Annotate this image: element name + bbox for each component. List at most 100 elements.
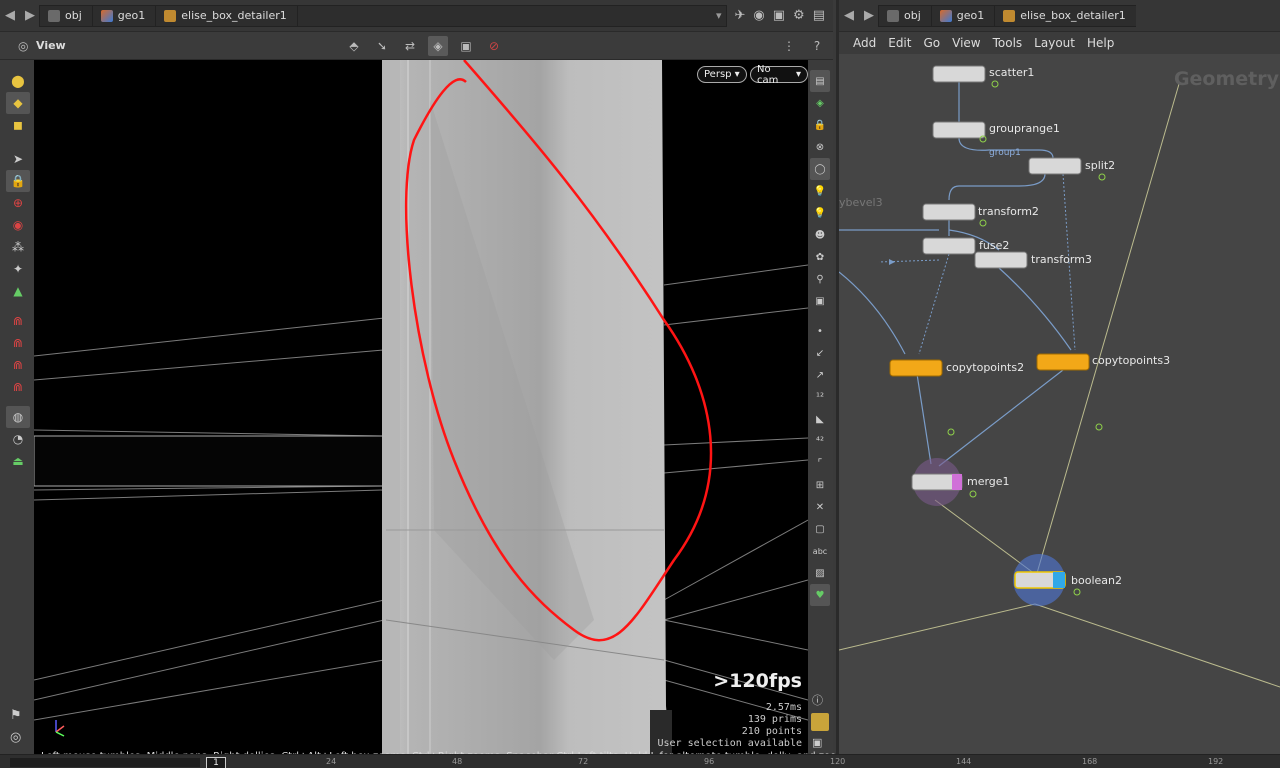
snap-grid-icon[interactable]: ⋒ (6, 310, 30, 332)
crumb-geo1[interactable]: geo1 (91, 4, 157, 27)
paint-icon[interactable]: ◆ (6, 92, 30, 114)
forward-arrow-icon[interactable]: ▶ (859, 6, 879, 26)
back-arrow-icon[interactable]: ◀ (839, 6, 859, 26)
transform-tool-icon[interactable]: ⊕ (6, 192, 30, 214)
persp-menu[interactable]: Persp ▾ (697, 66, 747, 83)
snap-multi-icon[interactable]: ⋒ (6, 376, 30, 398)
grid-layout-icon[interactable] (811, 713, 829, 731)
secure-selection-icon[interactable]: ⇄ (400, 36, 420, 56)
back-arrow-icon[interactable]: ◀ (0, 6, 20, 26)
viewer-menu-icon[interactable]: ◎ (18, 39, 28, 53)
node-grouprange1[interactable]: grouprange1 (989, 122, 1060, 135)
menu-go[interactable]: Go (923, 36, 940, 50)
view-options-icon[interactable]: ⚙ (793, 8, 805, 23)
node-transform2[interactable]: transform2 (978, 205, 1039, 218)
layout-icon[interactable]: ▣ (773, 8, 785, 23)
headlight-icon[interactable]: 💡 (810, 202, 830, 224)
uv-display-icon[interactable]: ⌜ (810, 452, 830, 474)
menu-view[interactable]: View (952, 36, 980, 50)
node-transform3[interactable]: transform3 (1031, 253, 1092, 266)
node-copytopoints2[interactable]: copytopoints2 (946, 361, 1024, 374)
handle-tool-icon[interactable]: ▲ (6, 280, 30, 302)
scale-tool-icon[interactable]: ⁂ (6, 236, 30, 258)
normal-display-icon[interactable]: ↙ (810, 342, 830, 364)
offscreen-node-label[interactable]: ybevel3 (839, 196, 883, 209)
shape-icon[interactable]: ◼ (6, 114, 30, 136)
select-arrow-icon[interactable]: ➘ (372, 36, 392, 56)
target-icon[interactable]: ◉ (753, 8, 764, 23)
tree-icon[interactable]: ⋮ (779, 36, 799, 56)
camera-tool-icon[interactable]: ◔ (6, 428, 30, 450)
crumb-detailer[interactable]: elise_box_detailer1 (994, 4, 1137, 27)
light-tool-icon[interactable]: ⏏ (6, 450, 30, 472)
snap-point-icon[interactable]: ⋒ (6, 354, 30, 376)
prim-number-icon[interactable]: ⁴² (810, 430, 830, 452)
crumb-geo1[interactable]: geo1 (930, 4, 996, 27)
tick-label: 96 (704, 757, 715, 766)
snap-prim-icon[interactable]: ⋒ (6, 332, 30, 354)
menu-add[interactable]: Add (853, 36, 876, 50)
shadow-icon[interactable]: ☻ (810, 224, 830, 246)
bbox-icon[interactable]: ▢ (810, 518, 830, 540)
forward-arrow-icon[interactable]: ▶ (20, 6, 40, 26)
pane-menu-icon[interactable]: ▤ (813, 8, 825, 23)
lock-icon[interactable]: 🔒 (6, 170, 30, 192)
node-boolean2[interactable]: boolean2 (1071, 574, 1122, 587)
help-icon[interactable]: ? (807, 36, 827, 56)
ao-icon[interactable]: ✿ (810, 246, 830, 268)
prim-display-icon[interactable]: ◣ (810, 408, 830, 430)
camera-menu[interactable]: No cam ▾ (750, 63, 808, 86)
path-dropdown[interactable]: ▾ (296, 4, 727, 27)
photo-icon[interactable]: ▨ (810, 562, 830, 584)
ghost-icon[interactable]: ⊗ (810, 136, 830, 158)
node-scatter1[interactable]: scatter1 (989, 66, 1034, 79)
rotate-tool-icon[interactable]: ◉ (6, 214, 30, 236)
handle-icon[interactable]: ⬤ (6, 70, 30, 92)
attribute-text-icon[interactable]: abc (810, 540, 830, 562)
background-icon[interactable]: ◯ (810, 158, 830, 180)
render-icon[interactable]: ◎ (10, 730, 21, 745)
display-mode-icon[interactable]: ▤ (810, 70, 830, 92)
edge-icon[interactable]: ✕ (810, 496, 830, 518)
crumb-obj[interactable]: obj (878, 4, 932, 27)
node-merge1[interactable]: merge1 (967, 475, 1010, 488)
template-icon[interactable]: ▣ (810, 290, 830, 312)
select-tool-icon[interactable]: ➤ (6, 148, 30, 170)
display-icon[interactable]: ▣ (456, 36, 476, 56)
playback-controls[interactable] (10, 758, 200, 767)
xray-icon[interactable]: ⚲ (810, 268, 830, 290)
menu-edit[interactable]: Edit (888, 36, 911, 50)
network-canvas[interactable]: Geometry scatter1 grouprange1 group1 spl… (839, 54, 1280, 754)
node-split2[interactable]: split2 (1085, 159, 1115, 172)
pin-display-icon[interactable]: ♥ (810, 584, 830, 606)
info-icon[interactable]: ⓘ (812, 692, 823, 708)
view-tool-icon[interactable]: ◍ (6, 406, 30, 428)
visibility-icon[interactable]: ◈ (810, 92, 830, 114)
point-number-icon[interactable]: ¹² (810, 386, 830, 408)
menu-help[interactable]: Help (1087, 36, 1114, 50)
node-copytopoints3[interactable]: copytopoints3 (1092, 354, 1170, 367)
viewport-scene (34, 60, 808, 754)
flipbook-icon[interactable]: ⚑ (10, 708, 22, 723)
point-display-icon[interactable]: • (810, 320, 830, 342)
camera-label: No cam (757, 63, 779, 86)
timeline-bar[interactable]: 1 24 48 72 96 120 144 168 192 (0, 754, 1280, 768)
3d-viewport[interactable]: Persp ▾ No cam ▾ >120fps 2.57ms 139 prim… (34, 60, 808, 754)
menu-layout[interactable]: Layout (1034, 36, 1075, 50)
pin-icon[interactable]: ✈ (735, 8, 746, 23)
node-fuse2[interactable]: fuse2 (979, 239, 1009, 252)
record-icon[interactable]: ⊘ (484, 36, 504, 56)
crumb-detailer[interactable]: elise_box_detailer1 (155, 4, 298, 27)
light-icon[interactable]: 💡 (810, 180, 830, 202)
pose-tool-icon[interactable]: ✦ (6, 258, 30, 280)
vector-display-icon[interactable]: ↗ (810, 364, 830, 386)
snapshot-icon[interactable]: ▣ (812, 736, 822, 749)
select-geo-icon[interactable]: ⬘ (344, 36, 364, 56)
wire-group-label: group1 (989, 148, 1021, 158)
lock-camera-icon[interactable]: 🔒 (810, 114, 830, 136)
menu-tools[interactable]: Tools (993, 36, 1023, 50)
shading-icon[interactable]: ◈ (428, 36, 448, 56)
crumb-obj[interactable]: obj (39, 4, 93, 27)
current-frame-field[interactable]: 1 (206, 757, 226, 768)
hull-icon[interactable]: ⊞ (810, 474, 830, 496)
